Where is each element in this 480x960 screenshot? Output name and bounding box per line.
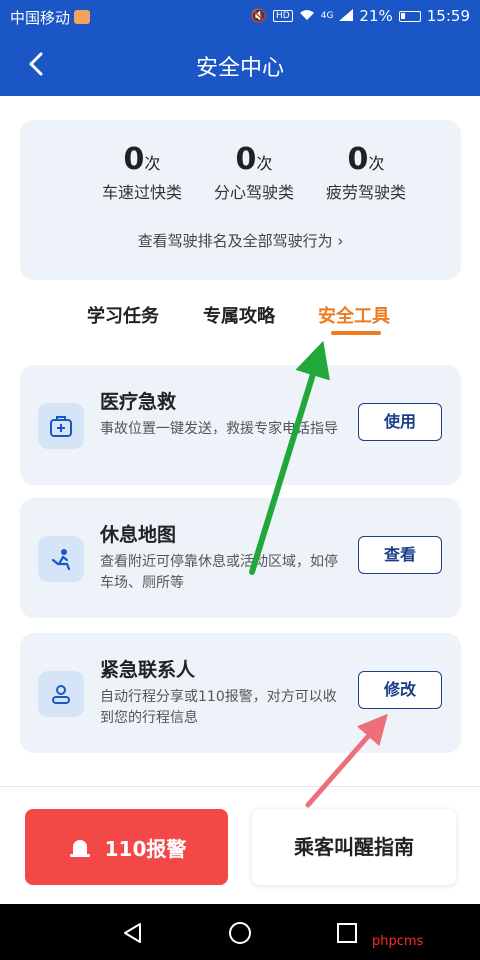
page-title: 安全中心	[195, 56, 284, 81]
status-indicators: 🔇 HD 4G 21% 15:59	[251, 7, 470, 25]
stat-label: 疲劳驾驶类	[325, 183, 406, 202]
siren-icon	[69, 840, 90, 857]
triangle-back-icon	[124, 923, 141, 943]
wifi-icon	[299, 9, 315, 24]
stat-count: 0	[347, 142, 369, 177]
tool-title: 紧急联系人	[100, 659, 196, 681]
tool-card-medical: 医疗急救 事故位置一键发送，救援专家电话指导 使用	[20, 365, 461, 485]
system-nav-bar	[0, 904, 480, 960]
stat-unit: 次	[144, 154, 161, 173]
square-recents-icon	[337, 923, 357, 943]
nav-back-button[interactable]	[120, 920, 146, 946]
tool-description: 查看附近可停靠休息或活动区域，如停车场、厕所等	[100, 554, 338, 591]
app-notification-icon	[74, 10, 91, 24]
hd-icon: HD	[273, 10, 293, 22]
stat-unit: 次	[256, 154, 273, 173]
rest-seat-icon	[38, 536, 84, 582]
mute-icon: 🔇	[250, 8, 268, 24]
tab-learning-tasks[interactable]: 学习任务	[87, 302, 159, 328]
tool-description: 自动行程分享或110报警，对方可以收到您的行程信息	[100, 689, 337, 726]
tool-title: 医疗急救	[100, 391, 177, 413]
alarm-label: 110报警	[104, 836, 187, 861]
nav-recents-button[interactable]	[334, 920, 360, 946]
battery-icon	[398, 10, 421, 22]
status-bar: 中国移动 🔇 HD 4G 21% 15:59	[0, 0, 480, 34]
edit-button[interactable]: 修改	[358, 671, 442, 709]
tab-safety-tools[interactable]: 安全工具	[318, 302, 390, 328]
bottom-action-bar: 110报警 乘客叫醒指南	[0, 786, 480, 904]
tool-description: 事故位置一键发送，救援专家电话指导	[100, 421, 338, 437]
stat-count: 0	[123, 142, 145, 177]
network-type: 4G	[320, 11, 334, 21]
passenger-wakeup-guide-button[interactable]: 乘客叫醒指南	[252, 809, 456, 885]
carrier-label: 中国移动	[10, 9, 71, 27]
call-110-button[interactable]: 110报警	[25, 809, 228, 885]
stat-fatigue: 0次 疲劳驾驶类	[306, 142, 426, 203]
nav-home-button[interactable]	[227, 920, 253, 946]
first-aid-kit-icon	[38, 403, 84, 449]
tool-card-emergency-contact: 紧急联系人 自动行程分享或110报警，对方可以收到您的行程信息 修改	[20, 633, 461, 753]
signal-icon	[339, 8, 354, 24]
stat-unit: 次	[368, 154, 385, 173]
stat-label: 车速过快类	[101, 183, 182, 202]
header-bar: 中国移动 🔇 HD 4G 21% 15:59 安全中心	[0, 0, 480, 96]
active-tab-indicator	[331, 331, 381, 335]
stat-count: 0	[235, 142, 257, 177]
battery-percent: 21%	[359, 7, 393, 25]
stat-label: 分心驾驶类	[213, 183, 294, 202]
carrier-name: 中国移动	[10, 7, 91, 28]
circle-home-icon	[229, 922, 251, 944]
tool-title: 休息地图	[100, 524, 177, 546]
tool-card-rest-map: 休息地图 查看附近可停靠休息或活动区域，如停车场、厕所等 查看	[20, 498, 461, 618]
use-button[interactable]: 使用	[358, 403, 442, 441]
tab-exclusive-guide[interactable]: 专属攻略	[203, 302, 275, 328]
view-button[interactable]: 查看	[358, 536, 442, 574]
view-all-driving-link[interactable]: 查看驾驶排名及全部驾驶行为 ›	[20, 230, 461, 251]
stat-speeding: 0次 车速过快类	[82, 142, 202, 203]
contact-person-icon	[38, 671, 84, 717]
driving-stats-card: 0次 车速过快类 0次 分心驾驶类 0次 疲劳驾驶类 查看驾驶排名及全部驾驶行为…	[20, 120, 461, 280]
clock: 15:59	[426, 7, 470, 25]
watermark: phpcms	[372, 934, 424, 949]
stat-distracted: 0次 分心驾驶类	[194, 142, 314, 203]
